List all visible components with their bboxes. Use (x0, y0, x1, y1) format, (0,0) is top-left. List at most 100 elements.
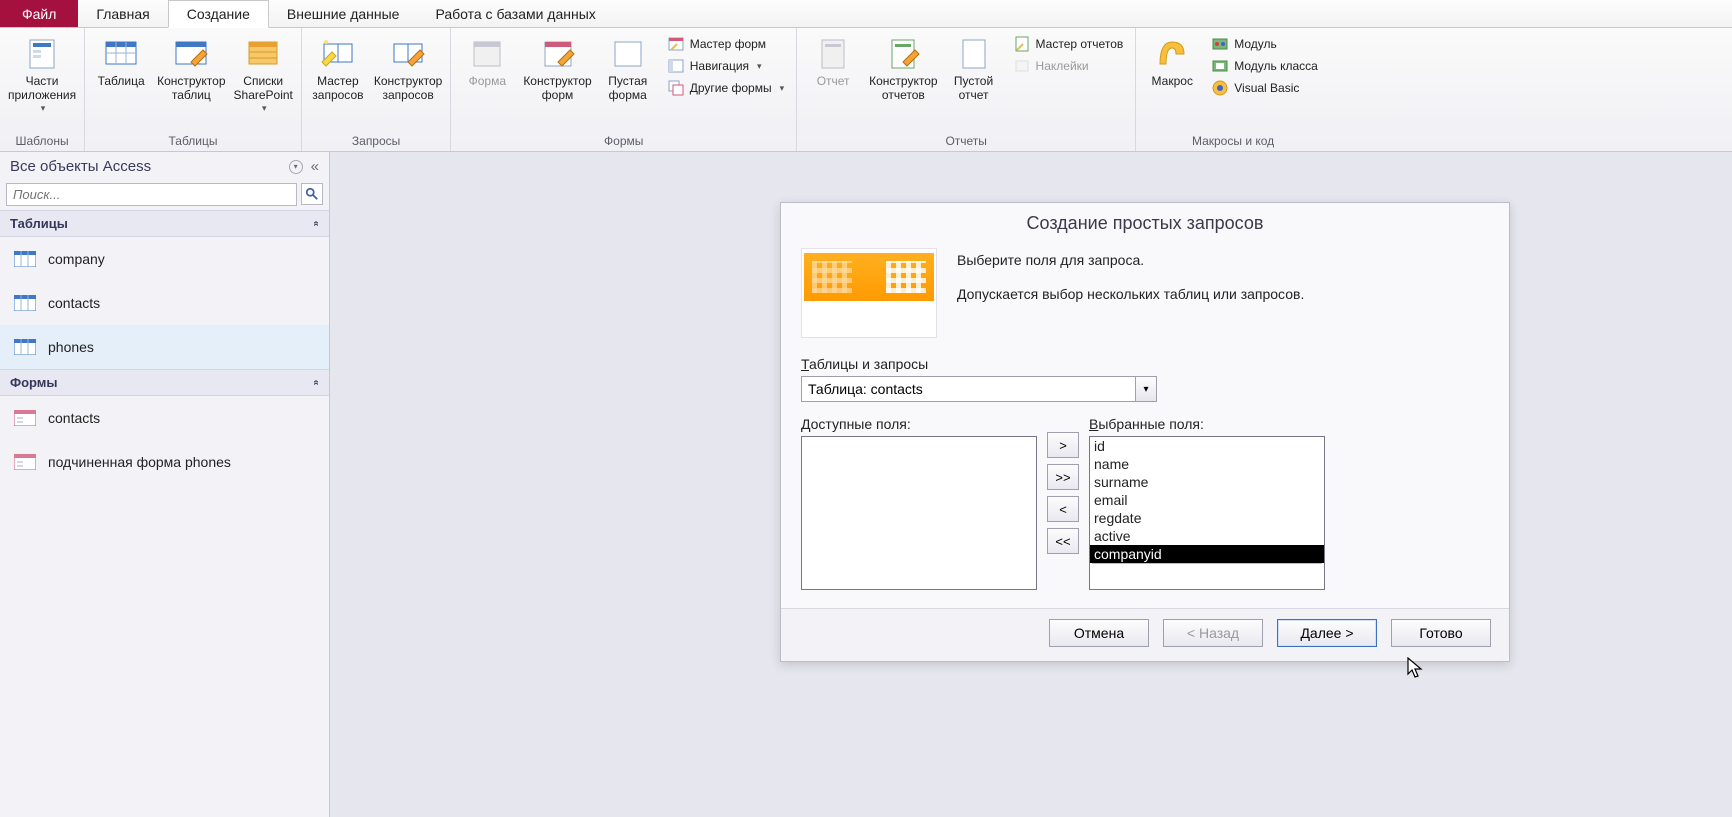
nav-section-forms[interactable]: Формы « (0, 369, 329, 396)
back-button: < Назад (1163, 619, 1263, 647)
ribbon-group-label: Шаблоны (4, 132, 80, 151)
ribbon-group-macros: Макрос Модуль Модуль класса Visual Basic… (1136, 28, 1330, 151)
combo-dropdown-button[interactable]: ▾ (1135, 376, 1157, 402)
query-designer-label: Конструктор запросов (374, 74, 442, 103)
add-field-button[interactable]: > (1047, 432, 1079, 458)
module-button[interactable]: Модуль (1208, 34, 1322, 54)
cancel-button[interactable]: Отмена (1049, 619, 1149, 647)
form-designer-icon (540, 36, 576, 72)
navigation-icon (668, 58, 684, 74)
nav-item-phones[interactable]: phones (0, 325, 329, 369)
wizard-footer: Отмена < Назад Далее > Готово (781, 608, 1509, 661)
dropdown-icon: ▾ (41, 103, 46, 114)
remove-all-fields-button[interactable]: << (1047, 528, 1079, 554)
nav-section-tables[interactable]: Таблицы « (0, 210, 329, 237)
collapse-icon[interactable]: « (311, 158, 319, 175)
labels-label: Наклейки (1036, 59, 1089, 73)
query-wizard-label: Мастер запросов (312, 74, 363, 103)
visual-basic-icon (1212, 80, 1228, 96)
labels-button: Наклейки (1010, 56, 1128, 76)
query-wizard-button[interactable]: Мастер запросов (306, 30, 370, 103)
search-button[interactable] (301, 183, 323, 205)
class-module-button[interactable]: Модуль класса (1208, 56, 1322, 76)
tables-combo[interactable] (801, 376, 1135, 402)
macros-button[interactable]: Макрос (1140, 30, 1204, 88)
form-icon (14, 410, 36, 426)
sharepoint-lists-button[interactable]: Списки SharePoint ▾ (230, 30, 297, 114)
search-icon (305, 187, 319, 201)
query-wizard-dialog: Создание простых запросов Выберите поля … (780, 202, 1510, 662)
query-designer-button[interactable]: Конструктор запросов (370, 30, 446, 103)
tab-create[interactable]: Создание (168, 0, 269, 28)
visual-basic-button[interactable]: Visual Basic (1208, 78, 1322, 98)
visual-basic-label: Visual Basic (1234, 81, 1299, 95)
sharepoint-icon (245, 36, 281, 72)
top-tabs: Файл Главная Создание Внешние данные Раб… (0, 0, 1732, 28)
ribbon-group-forms: Форма Конструктор форм Пустая форма Маст… (451, 28, 797, 151)
report-designer-button[interactable]: Конструктор отчетов (865, 30, 941, 103)
available-fields-list[interactable] (801, 436, 1037, 590)
form-wizard-icon (668, 36, 684, 52)
list-item[interactable]: email (1090, 491, 1324, 509)
collapse-icon: « (311, 221, 322, 227)
blank-report-button[interactable]: Пустой отчет (942, 30, 1006, 103)
table-designer-label: Конструктор таблиц (157, 74, 225, 103)
nav-item-label: contacts (48, 410, 100, 426)
tables-label: Таблицы и запросы (801, 356, 1489, 372)
list-item[interactable]: surname (1090, 473, 1324, 491)
navigation-button[interactable]: Навигация ▾ (664, 56, 788, 76)
blank-form-icon (610, 36, 646, 72)
more-forms-icon (668, 80, 684, 96)
main-area: Создание простых запросов Выберите поля … (330, 152, 1732, 817)
table-icon (14, 339, 36, 355)
next-button[interactable]: Далее > (1277, 619, 1377, 647)
search-input[interactable] (6, 183, 297, 206)
table-icon (14, 295, 36, 311)
table-icon (14, 251, 36, 267)
nav-item-label: company (48, 251, 105, 267)
ribbon-group-label: Запросы (306, 132, 446, 151)
remove-field-button[interactable]: < (1047, 496, 1079, 522)
list-item[interactable]: id (1090, 437, 1324, 455)
table-button[interactable]: Таблица (89, 30, 153, 88)
selected-label: Выбранные поля: (1089, 416, 1325, 432)
report-wizard-button[interactable]: Мастер отчетов (1010, 34, 1128, 54)
navigation-label: Навигация (690, 59, 749, 73)
nav-item-phones-subform[interactable]: подчиненная форма phones (0, 440, 329, 484)
app-parts-button[interactable]: Части приложения ▾ (4, 30, 80, 114)
tab-external[interactable]: Внешние данные (269, 0, 418, 27)
selected-fields-list[interactable]: idnamesurnameemailregdateactivecompanyid (1089, 436, 1325, 590)
ribbon-group-templates: Части приложения ▾ Шаблоны (0, 28, 85, 151)
nav-search (0, 181, 329, 210)
list-item[interactable]: regdate (1090, 509, 1324, 527)
sharepoint-label: Списки SharePoint (234, 74, 293, 103)
finish-button[interactable]: Готово (1391, 619, 1491, 647)
nav-item-company[interactable]: company (0, 237, 329, 281)
list-item[interactable]: active (1090, 527, 1324, 545)
tab-file[interactable]: Файл (0, 0, 78, 27)
blank-form-button[interactable]: Пустая форма (596, 30, 660, 103)
nav-item-contacts-form[interactable]: contacts (0, 396, 329, 440)
app-parts-icon (24, 36, 60, 72)
nav-item-contacts[interactable]: contacts (0, 281, 329, 325)
tab-database-tools[interactable]: Работа с базами данных (417, 0, 613, 27)
ribbon: Части приложения ▾ Шаблоны Таблица Конст… (0, 28, 1732, 152)
tab-home[interactable]: Главная (78, 0, 167, 27)
form-designer-button[interactable]: Конструктор форм (519, 30, 595, 103)
table-designer-button[interactable]: Конструктор таблиц (153, 30, 229, 103)
wizard-title: Создание простых запросов (781, 203, 1509, 248)
ribbon-group-label: Макросы и код (1140, 132, 1326, 151)
available-label: Доступные поля: (801, 416, 1037, 432)
dropdown-icon[interactable]: ▾ (289, 160, 303, 174)
list-item[interactable]: companyid (1090, 545, 1324, 563)
nav-title-bar[interactable]: Все объекты Access ▾ « (0, 152, 329, 181)
table-label: Таблица (98, 74, 145, 88)
form-wizard-button[interactable]: Мастер форм (664, 34, 788, 54)
add-all-fields-button[interactable]: >> (1047, 464, 1079, 490)
form-icon (14, 454, 36, 470)
wizard-illustration (801, 248, 937, 338)
list-item[interactable]: name (1090, 455, 1324, 473)
report-label: Отчет (817, 74, 850, 88)
form-button: Форма (455, 30, 519, 88)
more-forms-button[interactable]: Другие формы ▾ (664, 78, 788, 98)
